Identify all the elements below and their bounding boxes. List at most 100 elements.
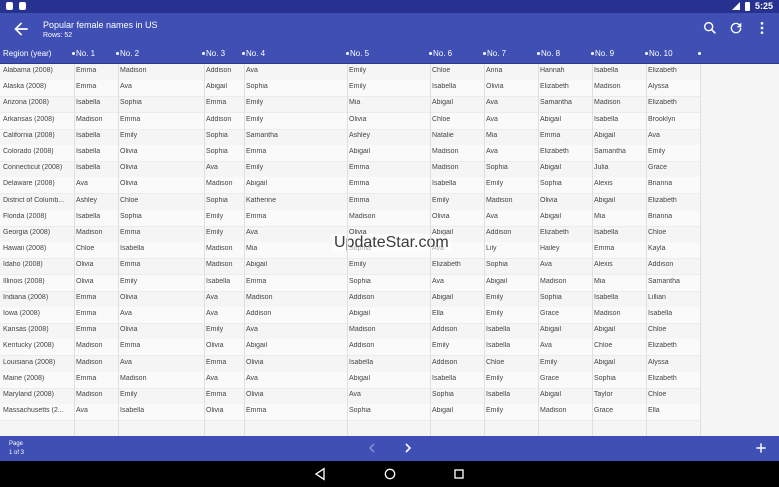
column-header[interactable]: No. 3 [202, 49, 225, 58]
column-divider [204, 64, 205, 436]
chevron-left-icon[interactable] [364, 440, 380, 456]
column-header[interactable] [698, 49, 702, 58]
home-circle-icon[interactable] [382, 466, 398, 482]
name-cell: Ava [246, 229, 258, 236]
table-row[interactable]: Idaho (2008) Olivia Emma Madison Abigail Emil… [0, 258, 700, 276]
name-cell: Sophia [246, 83, 268, 91]
column-header[interactable]: No. 9 [591, 49, 614, 58]
region-cell: Massachusetts (2... [3, 407, 64, 415]
name-cell: Emma [246, 407, 267, 415]
table-row[interactable]: Alabama (2008) Emma Madison Addison Ava Emily… [0, 64, 700, 81]
name-cell: Brooklyn [648, 115, 676, 123]
table-row[interactable]: Connecticut (2008) Isabella Olivia Ava Emily… [0, 161, 700, 179]
table-row[interactable]: District of Columb... Ashley Chloe Sophia Ka… [0, 194, 700, 211]
name-cell: Olivia [120, 180, 138, 188]
region-cell: Arizona (2008) [3, 99, 49, 107]
name-cell: Emily [246, 115, 264, 123]
column-divider [430, 64, 431, 436]
row-count: Rows: 52 [43, 32, 73, 39]
table-row[interactable]: Arkansas (2008) Madison Emma Addison Emily Ol… [0, 112, 700, 130]
name-cell: Addison [246, 310, 272, 317]
name-cell: Lillian [648, 293, 666, 301]
name-cell: Chloe [648, 391, 667, 398]
table-row[interactable]: Massachusetts (2... Ava Isabella Olivia Emma… [0, 404, 700, 422]
notification-icon [19, 2, 26, 10]
back-arrow-icon[interactable] [11, 19, 31, 39]
name-cell: Sophia [120, 212, 142, 220]
signal-icon [731, 2, 740, 10]
name-cell: Samantha [648, 277, 680, 285]
name-cell: Alyssa [648, 83, 669, 91]
name-cell: Madison [120, 67, 147, 74]
column-header[interactable]: No. 8 [537, 49, 560, 58]
column-header[interactable]: No. 10 [645, 49, 673, 58]
region-cell: Delaware (2008) [3, 180, 55, 188]
table-row[interactable]: Iowa (2008) Emma Ava Ava Addison Abigail Ella E… [0, 307, 700, 324]
name-cell: Elizabeth [648, 342, 677, 350]
name-cell: Olivia [120, 148, 138, 155]
column-divider [74, 64, 75, 436]
column-header[interactable]: No. 5 [346, 49, 369, 58]
column-header[interactable]: No. 7 [483, 49, 506, 58]
table-row[interactable]: California (2008) Isabella Emily Sophia Sama… [0, 129, 700, 146]
name-cell: Emma [120, 229, 141, 236]
chevron-right-icon[interactable] [400, 440, 416, 456]
name-cell: Kayla [648, 245, 666, 253]
search-icon[interactable] [702, 20, 718, 36]
name-cell: Elizabeth [648, 374, 677, 382]
name-cell: Ella [648, 407, 660, 415]
sort-dot-icon [202, 52, 205, 56]
table-row[interactable]: Louisiana (2008) Madison Ava Emma Olivia Isab… [0, 356, 700, 373]
sort-dot-icon [242, 52, 245, 56]
refresh-icon[interactable] [728, 20, 744, 36]
name-cell: Elizabeth [648, 67, 677, 74]
watermark: UpdateStar.com [332, 234, 451, 252]
sort-dot-icon [116, 52, 119, 56]
column-divider [244, 64, 245, 436]
add-icon[interactable] [753, 440, 769, 456]
name-cell: Ava [246, 67, 258, 74]
table-row[interactable]: Kentucky (2008) Madison Emma Olivia Abigail A… [0, 339, 700, 357]
table-row[interactable]: Delaware (2008) Ava Olivia Madison Abigail Em… [0, 177, 700, 195]
name-cell: Mia [246, 245, 258, 253]
table-row[interactable]: Kansas (2008) Emma Olivia Emily Ava Madison Ad… [0, 323, 700, 341]
back-triangle-icon[interactable] [312, 466, 328, 482]
column-divider [118, 64, 119, 436]
app-bar: Popular female names in US Rows: 52 [0, 13, 779, 45]
name-cell: Isabella [648, 310, 673, 317]
column-divider [592, 64, 593, 436]
sort-dot-icon [645, 52, 648, 56]
table-row[interactable]: Illinois (2008) Olivia Emily Isabella Emma So… [0, 274, 700, 292]
name-cell: Emily [120, 131, 138, 139]
table-row[interactable]: Florida (2008) Isabella Sophia Emily Emma Mad… [0, 209, 700, 227]
table-header: Region (year) No. 1 No. 2 No. 3 No. 4 No… [0, 45, 779, 65]
table-row[interactable]: Maryland (2008) Madison Emily Emma Olivia Ava… [0, 388, 700, 405]
name-cell: Isabella [120, 245, 145, 253]
table-row[interactable]: Arizona (2008) Isabella Sophia Emma Emily Mia… [0, 96, 700, 114]
region-cell: Louisiana (2008) [3, 358, 56, 366]
column-header[interactable]: No. 2 [116, 49, 139, 58]
region-cell: Colorado (2008) [3, 148, 54, 155]
column-header[interactable]: Region (year) [3, 49, 51, 58]
table-row[interactable]: Alaska (2008) Emma Ava Abigail Sophia Emily Is… [0, 80, 700, 98]
table-row[interactable]: Maine (2008) Emma Madison Ava Ava Abigail Isab… [0, 371, 700, 389]
column-header[interactable]: No. 1 [72, 49, 95, 58]
table-row[interactable]: Colorado (2008) Isabella Olivia Sophia Emma A… [0, 145, 700, 162]
name-cell: Olivia [120, 293, 138, 301]
name-cell: Alyssa [648, 358, 669, 366]
name-cell: Olivia [246, 358, 264, 366]
name-cell: Emily [246, 164, 264, 172]
recents-square-icon[interactable] [451, 466, 467, 482]
status-bar: 5:25 [0, 0, 779, 13]
name-cell: Abigail [246, 342, 268, 350]
name-cell: Emma [120, 261, 141, 269]
column-header[interactable]: No. 4 [242, 49, 265, 58]
column-header[interactable]: No. 6 [429, 49, 452, 58]
name-cell: Emma [246, 212, 267, 220]
system-nav-bar [0, 461, 779, 487]
name-cell: Isabella [120, 407, 145, 415]
sort-dot-icon [698, 52, 701, 56]
region-cell: Arkansas (2008) [3, 115, 55, 123]
table-row[interactable]: Indiana (2008) Emma Olivia Ava Madison Addiso… [0, 291, 700, 308]
more-vert-icon[interactable] [754, 20, 770, 36]
